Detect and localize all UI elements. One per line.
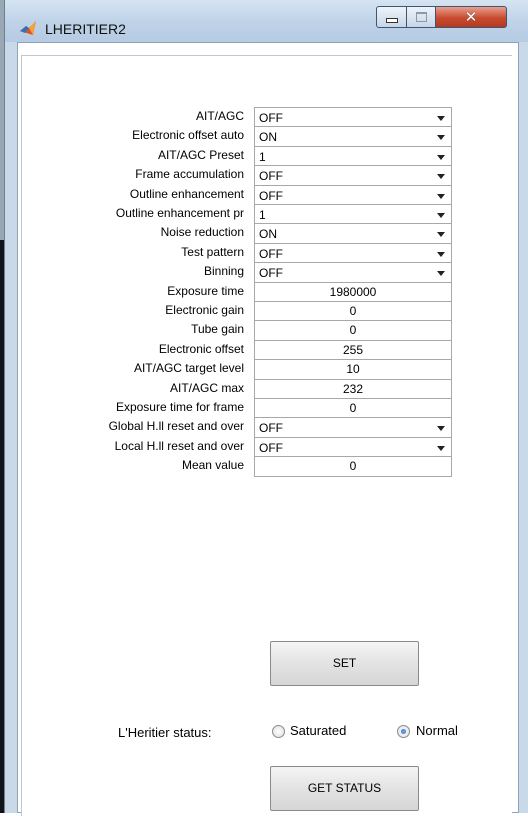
chevron-down-icon xyxy=(437,252,445,257)
param-label: Test pattern xyxy=(181,245,244,259)
maximize-button[interactable] xyxy=(406,6,436,28)
dropdown-value: OFF xyxy=(259,169,283,183)
param-edit-field[interactable]: 0 xyxy=(254,320,452,341)
param-dropdown[interactable]: ON xyxy=(254,126,452,147)
param-edit-field[interactable]: 0 xyxy=(254,456,452,477)
dropdown-value: ON xyxy=(259,130,277,144)
minimize-icon xyxy=(385,18,398,23)
param-edit-field[interactable]: 10 xyxy=(254,359,452,380)
dropdown-value: 1 xyxy=(259,208,266,222)
param-dropdown[interactable]: OFF xyxy=(254,262,452,283)
edit-value: 0 xyxy=(349,304,357,318)
param-dropdown[interactable]: OFF xyxy=(254,417,452,438)
param-dropdown[interactable]: OFF xyxy=(254,243,452,264)
param-dropdown[interactable]: OFF xyxy=(254,165,452,186)
param-label: Exposure time for frame xyxy=(115,400,244,414)
dropdown-value: OFF xyxy=(259,247,283,261)
param-label: Electronic gain xyxy=(165,303,244,317)
param-label: Outline enhancement xyxy=(129,187,244,201)
status-label: L'Heritier status: xyxy=(118,725,212,740)
close-button[interactable]: ✕ xyxy=(435,6,507,28)
param-label: AIT/AGC target level xyxy=(133,361,244,375)
param-label: Binning xyxy=(203,264,244,278)
chevron-down-icon xyxy=(437,116,445,121)
chevron-down-icon xyxy=(437,174,445,179)
dropdown-value: OFF xyxy=(259,189,283,203)
chevron-down-icon xyxy=(437,271,445,276)
get-status-button[interactable]: GET STATUS xyxy=(270,766,419,811)
param-dropdown[interactable]: 1 xyxy=(254,204,452,225)
set-button[interactable]: SET xyxy=(270,641,419,686)
param-label: Tube gain xyxy=(191,322,244,336)
chevron-down-icon xyxy=(437,155,445,160)
param-edit-field[interactable]: 255 xyxy=(254,340,452,361)
edit-value: 10 xyxy=(346,362,360,376)
dropdown-value: OFF xyxy=(259,111,283,125)
chevron-down-icon xyxy=(437,426,445,431)
title-bar[interactable]: LHERITIER2 ✕ xyxy=(5,0,528,42)
param-label: AIT/AGC Preset xyxy=(157,148,244,162)
param-label: Noise reduction xyxy=(160,225,244,239)
param-label: Mean value xyxy=(181,458,244,472)
chevron-down-icon xyxy=(437,232,445,237)
edit-value: 232 xyxy=(342,382,364,396)
chevron-down-icon xyxy=(437,213,445,218)
edit-value: 1980000 xyxy=(329,285,377,299)
minimize-button[interactable] xyxy=(376,6,407,28)
param-dropdown[interactable]: OFF xyxy=(254,185,452,206)
param-label: Frame accumulation xyxy=(135,167,244,181)
maximize-icon xyxy=(415,12,427,22)
normal-radio[interactable] xyxy=(397,725,410,738)
dropdown-value: OFF xyxy=(259,441,283,455)
edit-value: 0 xyxy=(349,401,357,415)
saturated-radio-label: Saturated xyxy=(290,723,347,738)
dropdown-value: OFF xyxy=(259,266,283,280)
param-label: Electronic offset auto xyxy=(132,128,244,142)
param-label: Local H.ll reset and over xyxy=(114,439,244,453)
saturated-radio[interactable] xyxy=(272,725,285,738)
chevron-down-icon xyxy=(437,135,445,140)
param-edit-field[interactable]: 1980000 xyxy=(254,282,452,303)
param-dropdown[interactable]: 1 xyxy=(254,146,452,167)
chevron-down-icon xyxy=(437,446,445,451)
window-title: LHERITIER2 xyxy=(45,21,126,37)
param-label: Outline enhancement pr xyxy=(115,206,244,220)
edit-value: 0 xyxy=(349,323,357,337)
close-icon: ✕ xyxy=(464,8,478,26)
matlab-icon xyxy=(20,21,36,35)
dropdown-value: 1 xyxy=(259,150,266,164)
dropdown-value: ON xyxy=(259,227,277,241)
param-edit-field[interactable]: 0 xyxy=(254,301,452,322)
param-label: Exposure time xyxy=(167,284,244,298)
param-dropdown[interactable]: OFF xyxy=(254,437,452,458)
param-label: AIT/AGC xyxy=(195,109,244,123)
param-edit-field[interactable]: 0 xyxy=(254,398,452,419)
chevron-down-icon xyxy=(437,194,445,199)
normal-radio-label: Normal xyxy=(416,723,458,738)
param-label: AIT/AGC max xyxy=(169,381,244,395)
edit-value: 255 xyxy=(342,343,364,357)
param-edit-field[interactable]: 232 xyxy=(254,379,452,400)
param-dropdown[interactable]: ON xyxy=(254,223,452,244)
edit-value: 0 xyxy=(349,459,357,473)
param-label: Global H.ll reset and over xyxy=(108,419,244,433)
param-dropdown[interactable]: OFF xyxy=(254,107,452,128)
param-label: Electronic offset xyxy=(158,342,244,356)
dropdown-value: OFF xyxy=(259,421,283,435)
